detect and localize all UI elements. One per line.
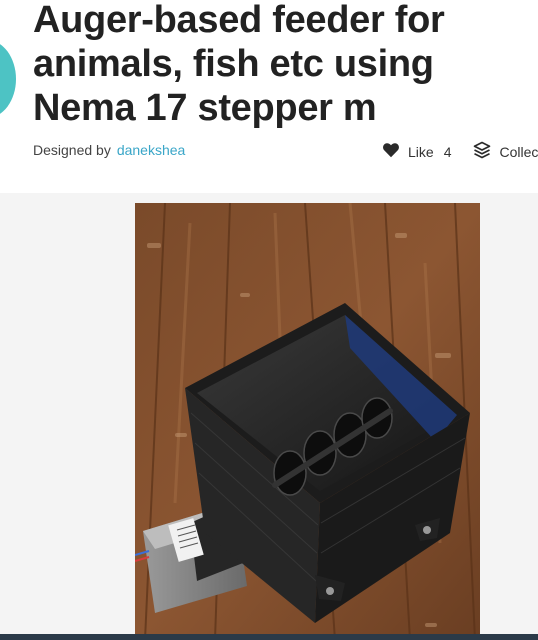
thing-actions: Like 4 Collec [382, 141, 538, 162]
like-label: Like [408, 143, 434, 160]
thing-header: Auger-based feeder for animals, fish etc… [0, 0, 538, 193]
layers-icon [473, 141, 491, 162]
designed-by-label: Designed by [33, 142, 111, 158]
designer-info: Designed by danekshea [33, 142, 185, 158]
designer-link[interactable]: danekshea [117, 142, 186, 158]
heart-icon [382, 142, 400, 161]
like-count: 4 [443, 143, 452, 160]
collect-button[interactable]: Collec [473, 141, 538, 162]
like-button[interactable]: Like 4 [382, 142, 451, 161]
page-title: Auger-based feeder for animals, fish etc… [33, 0, 445, 129]
thing-photo[interactable] [135, 203, 480, 640]
collect-label: Collec [499, 143, 538, 160]
bottom-divider [0, 634, 538, 640]
designer-avatar[interactable] [0, 40, 16, 118]
thing-image-area [0, 193, 538, 640]
